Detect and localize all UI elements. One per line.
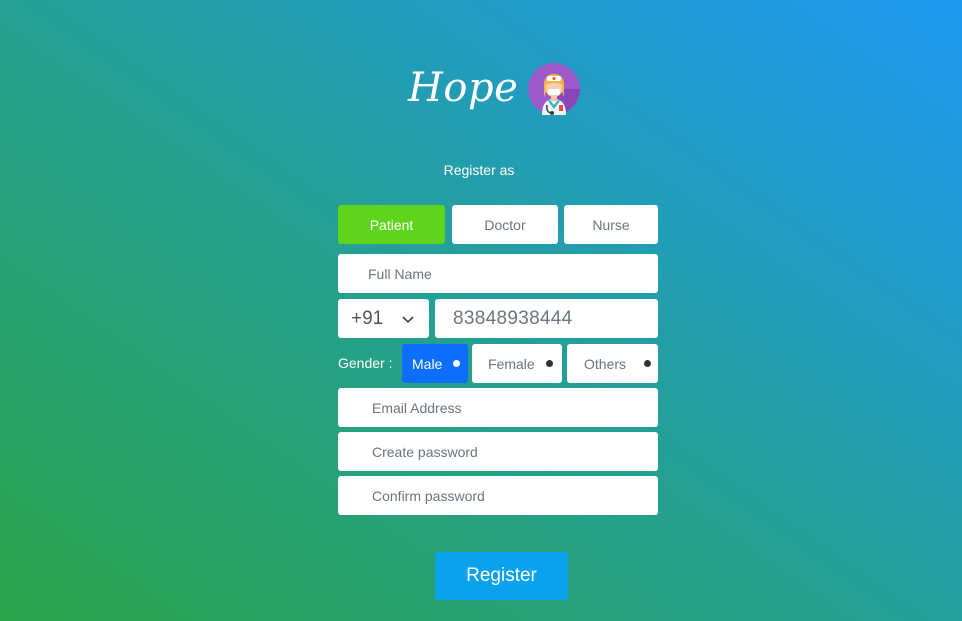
country-code-value: +91 bbox=[351, 307, 384, 329]
gender-others-label: Others bbox=[584, 355, 627, 372]
gender-label: Gender : bbox=[338, 355, 393, 371]
register-button[interactable]: Register bbox=[435, 552, 568, 600]
role-nurse-button[interactable]: Nurse bbox=[564, 205, 658, 244]
gender-male-option[interactable]: Male bbox=[402, 344, 468, 383]
full-name-input[interactable]: Full Name bbox=[338, 254, 658, 293]
radio-dot-icon bbox=[453, 360, 460, 367]
gender-others-option[interactable]: Others bbox=[567, 344, 658, 383]
confirm-password-placeholder: Confirm password bbox=[372, 487, 485, 504]
create-password-placeholder: Create password bbox=[372, 443, 478, 460]
confirm-password-input[interactable]: Confirm password bbox=[338, 476, 658, 515]
full-name-placeholder: Full Name bbox=[368, 265, 432, 282]
role-patient-button[interactable]: Patient bbox=[338, 205, 445, 244]
phone-value: 83848938444 bbox=[453, 307, 573, 329]
email-input[interactable]: Email Address bbox=[338, 388, 658, 427]
create-password-input[interactable]: Create password bbox=[338, 432, 658, 471]
gender-female-option[interactable]: Female bbox=[472, 344, 562, 383]
role-doctor-button[interactable]: Doctor bbox=[452, 205, 558, 244]
gender-male-label: Male bbox=[412, 355, 443, 372]
brand-name: Hope bbox=[408, 65, 519, 111]
radio-dot-icon bbox=[644, 360, 651, 367]
gender-female-label: Female bbox=[488, 355, 535, 372]
register-as-heading: Register as bbox=[443, 162, 515, 178]
radio-dot-icon bbox=[546, 360, 553, 367]
doctor-avatar-icon bbox=[528, 63, 581, 115]
email-placeholder: Email Address bbox=[372, 399, 462, 416]
country-code-select[interactable]: +91 bbox=[338, 299, 429, 338]
brand-logo: Hope bbox=[408, 58, 581, 118]
role-selector: Patient Doctor Nurse bbox=[338, 205, 658, 244]
chevron-down-icon bbox=[402, 316, 414, 324]
phone-input[interactable]: 83848938444 bbox=[435, 299, 658, 338]
